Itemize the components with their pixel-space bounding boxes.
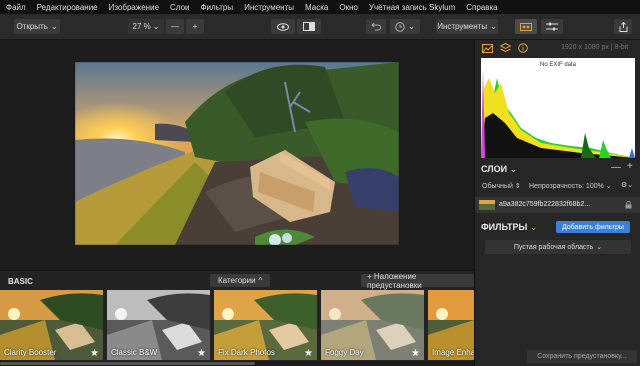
open-label: Открыть — [16, 22, 48, 31]
chevron-down-icon: ⌄ — [50, 22, 58, 31]
chevron-down-icon: ⌄ — [408, 22, 415, 31]
undo-icon — [371, 22, 381, 31]
chevron-down-icon: ⌄ — [507, 164, 518, 174]
menu-image[interactable]: Изображение — [109, 3, 159, 12]
preview-button[interactable] — [271, 19, 295, 34]
star-icon[interactable]: ★ — [90, 348, 99, 359]
menu-bar: Файл Редактирование Изображение Слои Фил… — [0, 0, 640, 14]
undo-button[interactable] — [366, 19, 386, 34]
add-preset-overlay-button[interactable]: + Наложение предустановки — [361, 271, 474, 290]
info-icon[interactable] — [518, 43, 528, 53]
opacity-select[interactable]: Непрозрачность: 100% ⌄ — [529, 182, 612, 190]
layer-name: a9a382c759fb222832f68b2... — [499, 201, 591, 208]
preset-label: Classic B&W — [111, 348, 158, 357]
histogram-icon[interactable] — [482, 44, 493, 53]
filters-title: ФИЛЬТРЫ ⌄ — [481, 222, 538, 232]
layer-row[interactable]: a9a382c759fb222832f68b2... — [475, 197, 640, 213]
add-overlay-label: + Наложение предустановки — [367, 271, 422, 290]
preset-label: Clarity Booster — [4, 348, 57, 357]
blend-mode-select[interactable]: Обычный ⇕ — [482, 182, 521, 190]
preset-category-title: BASIC — [8, 277, 33, 286]
image-info: 1920 x 1080 px | 8-bit — [561, 44, 629, 51]
chevron-up-icon: ^ — [258, 276, 263, 285]
workspace-select[interactable]: Пустая рабочая область ⌄ — [485, 240, 631, 254]
preset-thumb[interactable]: Clarity Booster ★ — [0, 290, 103, 360]
compare-button[interactable] — [297, 19, 321, 34]
zoom-value: 27 % — [132, 22, 151, 31]
categories-button[interactable]: Категории ^ — [210, 274, 271, 287]
history-button[interactable]: ⌄ — [390, 19, 420, 34]
menu-mask[interactable]: Маска — [305, 3, 328, 12]
chevron-down-icon: ⌄ — [596, 244, 603, 251]
layers-view-icon — [520, 22, 532, 31]
chevron-down-icon: ⌄ — [490, 22, 497, 31]
menu-filters[interactable]: Фильтры — [200, 3, 233, 12]
menu-window[interactable]: Окно — [339, 3, 358, 12]
star-icon[interactable]: ★ — [411, 348, 420, 359]
histogram: No EXIF data — [481, 58, 635, 158]
preset-label: Foggy Day — [325, 348, 364, 357]
tools-select[interactable]: Инструменты ⌄ — [436, 19, 498, 34]
lock-icon[interactable] — [625, 201, 632, 209]
plus-icon: + — [192, 22, 198, 31]
toolbar: Открыть ⌄ 27 % ⌄ — + ⌄ Инструменты ⌄ — [0, 14, 640, 40]
layers-icon[interactable] — [500, 43, 511, 53]
canvas-area — [0, 40, 474, 270]
menu-help[interactable]: Справка — [466, 3, 497, 12]
remove-layer-icon[interactable]: — — [611, 162, 621, 173]
preset-thumb[interactable]: Classic B&W ★ — [107, 290, 210, 360]
menu-tools[interactable]: Инструменты — [244, 3, 294, 12]
share-button[interactable] — [614, 19, 632, 34]
adjustments-button[interactable] — [541, 19, 563, 34]
zoom-select[interactable]: 27 % ⌄ — [128, 19, 164, 34]
workspace-toggle[interactable] — [515, 19, 537, 34]
star-icon[interactable]: ★ — [197, 348, 206, 359]
eye-icon — [277, 22, 289, 31]
sliders-icon — [546, 22, 558, 31]
categories-label: Категории — [218, 276, 256, 285]
preset-label: Fix Dark Photos — [218, 348, 275, 357]
main-photo[interactable] — [75, 62, 399, 245]
menu-file[interactable]: Файл — [6, 3, 26, 12]
zoom-in-button[interactable]: + — [186, 19, 204, 34]
preset-thumb[interactable]: Foggy Day ★ — [321, 290, 424, 360]
chevron-down-icon: ⌄ — [152, 22, 160, 31]
save-preset-button[interactable]: Сохранить предустановку... — [527, 350, 637, 363]
compare-icon — [303, 22, 315, 31]
right-panel: 1920 x 1080 px | 8-bit No EXIF data СЛОИ… — [474, 40, 640, 366]
minus-icon: — — [171, 22, 179, 31]
tools-label: Инструменты — [437, 22, 488, 31]
add-filters-button[interactable]: Добавить фильтры — [556, 221, 630, 233]
menu-layers[interactable]: Слои — [170, 3, 189, 12]
layers-title: СЛОИ ⌄ — [481, 164, 518, 174]
add-layer-icon[interactable]: + — [627, 161, 633, 172]
preset-thumb[interactable]: Image Enhancer — [428, 290, 474, 360]
clock-icon — [395, 21, 405, 32]
layer-thumbnail — [479, 200, 495, 210]
scrollbar-thumb[interactable] — [0, 362, 255, 365]
presets-panel: BASIC Категории ^ + Наложение предустано… — [0, 270, 474, 366]
share-icon — [619, 21, 627, 32]
zoom-out-button[interactable]: — — [166, 19, 184, 34]
gear-icon[interactable]: ⚙⌄ — [621, 181, 633, 189]
chevron-down-icon: ⌄ — [527, 222, 538, 232]
open-button[interactable]: Открыть ⌄ — [14, 19, 60, 34]
preset-thumb[interactable]: Fix Dark Photos ★ — [214, 290, 317, 360]
menu-edit[interactable]: Редактирование — [37, 3, 98, 12]
preset-label: Image Enhancer — [432, 348, 474, 357]
menu-account[interactable]: Учётная запись Skylum — [369, 3, 455, 12]
star-icon[interactable]: ★ — [304, 348, 313, 359]
presets-scrollbar[interactable] — [0, 361, 474, 366]
